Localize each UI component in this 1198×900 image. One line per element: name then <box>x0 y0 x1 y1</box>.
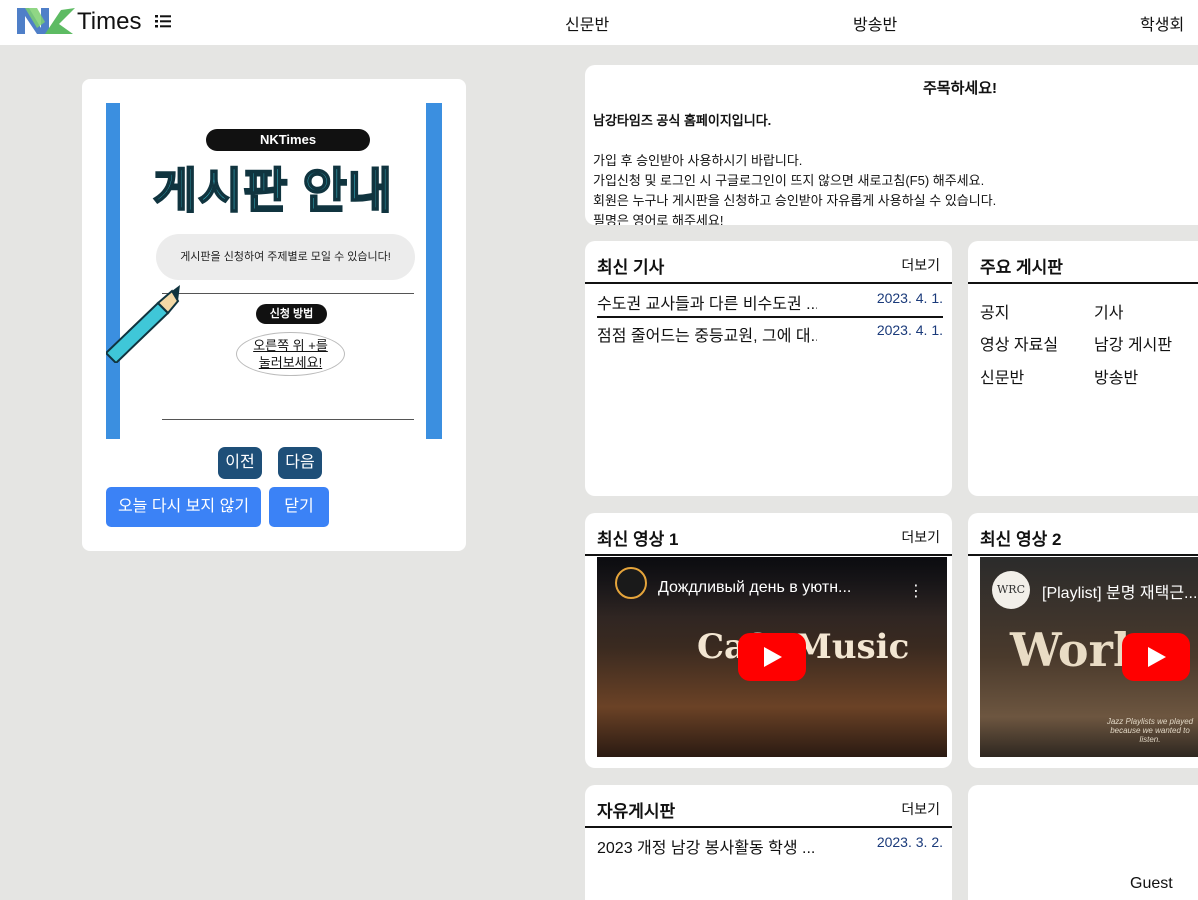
board-guide-poster: NKTimes 게시판 안내 게시판을 신청하여 주제별로 모일 수 있습니다!… <box>106 103 442 439</box>
board-link-articles[interactable]: 기사 <box>1094 299 1123 323</box>
poster-method-label: 신청 방법 <box>256 304 327 324</box>
video-title[interactable]: Дождливый день в уютн... <box>658 579 851 597</box>
article-title[interactable]: 수도권 교사들과 다른 비수도권 ... <box>597 290 817 314</box>
channel-avatar[interactable]: WRC <box>992 571 1030 609</box>
video-player[interactable]: Дождливый день в уютн... ⋮ Cafe Music <box>597 557 947 757</box>
card-title: 최신 영상 2 <box>980 530 1062 549</box>
play-icon[interactable] <box>1122 633 1190 681</box>
poster-brand: NKTimes <box>206 129 370 151</box>
user-name[interactable]: Guest <box>1130 875 1173 893</box>
card-divider <box>585 554 952 556</box>
card-divider <box>968 554 1198 556</box>
card-title: 주요 게시판 <box>980 258 1063 277</box>
top-header: Times 신문반 방송반 학생회 <box>0 0 1198 45</box>
notice-line: 가입신청 및 로그인 시 구글로그인이 뜨지 않으면 새로고침(F5) 해주세요… <box>593 173 985 188</box>
card-title: 최신 영상 1 <box>597 530 679 549</box>
board-link-namgang[interactable]: 남강 게시판 <box>1094 331 1172 355</box>
next-button[interactable]: 다음 <box>278 447 322 479</box>
board-link-video[interactable]: 영상 자료실 <box>980 331 1058 355</box>
board-link-broadcast[interactable]: 방송반 <box>1094 364 1138 388</box>
post-row[interactable]: 2023 개정 남강 봉사활동 학생 ... 2023. 3. 2. <box>597 828 943 860</box>
nk-logo-icon[interactable] <box>15 4 77 38</box>
latest-video-2-card: 최신 영상 2 WRC [Playlist] 분명 재택근... Work Ja… <box>968 513 1198 768</box>
more-link[interactable]: 더보기 <box>901 799 940 819</box>
nav-broadcast[interactable]: 방송반 <box>853 11 897 35</box>
poster-page: NKTimes 게시판 안내 게시판을 신청하여 주제별로 모일 수 있습니다!… <box>106 103 426 439</box>
card-title: 최신 기사 <box>597 258 665 277</box>
notice-title: 주목하세요! <box>923 80 997 97</box>
free-board-card: 자유게시판 더보기 2023 개정 남강 봉사활동 학생 ... 2023. 3… <box>585 785 952 900</box>
nav-newspaper[interactable]: 신문반 <box>565 11 609 35</box>
latest-video-1-card: 최신 영상 1 더보기 Дождливый день в уютн... ⋮ C… <box>585 513 952 768</box>
post-date: 2023. 3. 2. <box>876 834 943 850</box>
more-link[interactable]: 더보기 <box>901 527 940 547</box>
notice-body: 남강타임즈 공식 홈페이지입니다. 가입 후 승인받아 사용하시기 바랍니다. … <box>593 111 1193 225</box>
notice-line: 회원은 누구나 게시판을 신청하고 승인받아 자유롭게 사용하실 수 있습니다. <box>593 193 997 208</box>
hide-today-button[interactable]: 오늘 다시 보지 않기 <box>106 487 261 527</box>
nav-student-council[interactable]: 학생회 <box>1140 11 1184 35</box>
close-button[interactable]: 닫기 <box>269 487 329 527</box>
article-title[interactable]: 점점 줄어드는 중등교원, 그에 대... <box>597 322 817 346</box>
post-title[interactable]: 2023 개정 남강 봉사활동 학생 ... <box>597 834 817 858</box>
instruction-line-2: 눌러보세요! <box>258 355 323 370</box>
more-link[interactable]: 더보기 <box>901 255 940 275</box>
poster-bubble: 게시판을 신청하여 주제별로 모일 수 있습니다! <box>156 234 415 280</box>
instruction-line-1: 오른쪽 위 +를 <box>253 338 328 353</box>
main-boards-card: 주요 게시판 공지 기사 영상 자료실 남강 게시판 신문반 방송반 <box>968 241 1198 496</box>
article-row[interactable]: 수도권 교사들과 다른 비수도권 ... 2023. 4. 1. <box>597 284 943 316</box>
poster-title: 게시판 안내 <box>152 164 394 219</box>
card-divider <box>968 282 1198 284</box>
notice-headline: 남강타임즈 공식 홈페이지입니다. <box>593 113 772 128</box>
video-title[interactable]: [Playlist] 분명 재택근... <box>1042 579 1197 603</box>
channel-avatar[interactable] <box>615 567 647 599</box>
article-date: 2023. 4. 1. <box>876 290 943 306</box>
video-player[interactable]: WRC [Playlist] 분명 재택근... Work Jazz Playl… <box>980 557 1198 757</box>
poster-bottom-line <box>162 419 414 420</box>
site-name[interactable]: Times <box>77 8 141 36</box>
article-date: 2023. 4. 1. <box>876 322 943 338</box>
latest-articles-card: 최신 기사 더보기 수도권 교사들과 다른 비수도권 ... 2023. 4. … <box>585 241 952 496</box>
card-title: 자유게시판 <box>597 802 676 821</box>
poster-divider <box>162 293 414 294</box>
prev-button[interactable]: 이전 <box>218 447 262 479</box>
notice-card: 주목하세요! 남강타임즈 공식 홈페이지입니다. 가입 후 승인받아 사용하시기… <box>585 65 1198 225</box>
play-icon[interactable] <box>738 633 806 681</box>
notice-line: 필명은 영어로 해주세요! <box>593 213 724 225</box>
pencil-icon <box>106 285 180 363</box>
board-link-newspaper[interactable]: 신문반 <box>980 364 1024 388</box>
poster-instruction: 오른쪽 위 +를 눌러보세요! <box>236 332 345 376</box>
article-row[interactable]: 점점 줄어드는 중등교원, 그에 대... 2023. 4. 1. <box>597 316 943 348</box>
notice-popup: NKTimes 게시판 안내 게시판을 신청하여 주제별로 모일 수 있습니다!… <box>82 79 466 551</box>
notice-line: 가입 후 승인받아 사용하시기 바랍니다. <box>593 153 803 168</box>
video-caption: Jazz Playlists we played because we want… <box>1106 717 1194 744</box>
list-menu-icon[interactable] <box>155 13 171 29</box>
more-options-icon[interactable]: ⋮ <box>908 581 924 601</box>
board-link-notice[interactable]: 공지 <box>980 299 1009 323</box>
